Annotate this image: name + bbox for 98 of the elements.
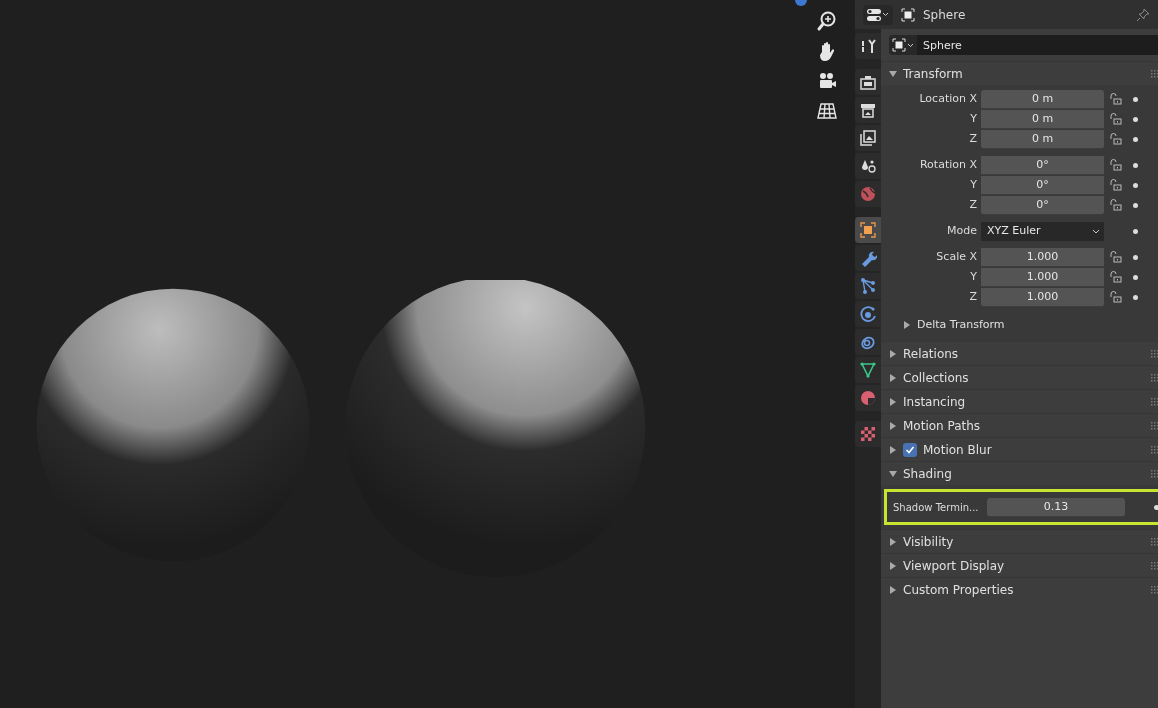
- unlocked-icon[interactable]: [1110, 199, 1122, 211]
- header-title: Sphere: [923, 6, 966, 24]
- zoom-icon[interactable]: [816, 10, 838, 32]
- number-field[interactable]: 0 m: [981, 109, 1104, 129]
- field-label: Z: [968, 196, 978, 213]
- field-label: Scale X: [935, 248, 978, 265]
- tools-icon: [859, 37, 877, 55]
- nodes-icon: [859, 277, 877, 295]
- keyframe-dot-icon[interactable]: [1132, 162, 1138, 168]
- keyframe-dot-icon[interactable]: [1132, 202, 1138, 208]
- expand-arrow-icon[interactable]: [889, 585, 897, 594]
- panel-title[interactable]: Visibility: [903, 532, 954, 551]
- unlocked-icon[interactable]: [1110, 159, 1122, 171]
- unlocked-icon[interactable]: [1110, 251, 1122, 263]
- caret-icon: [1092, 228, 1100, 234]
- field-label: Location X: [918, 90, 978, 107]
- expand-arrow-icon[interactable]: [889, 537, 897, 546]
- number-field[interactable]: 1.000: [981, 267, 1104, 287]
- pin-icon[interactable]: [1136, 7, 1150, 22]
- caret-icon: [882, 12, 889, 17]
- keyframe-dot-icon[interactable]: [1132, 294, 1138, 300]
- panel-title[interactable]: Motion Blur: [923, 440, 992, 459]
- orbit-icon: [859, 305, 877, 323]
- editor-type-dropdown[interactable]: [863, 4, 893, 25]
- number-field[interactable]: 0°: [981, 175, 1104, 195]
- keyframe-dot-icon[interactable]: [1132, 254, 1138, 260]
- panel-title[interactable]: Shading: [903, 464, 952, 483]
- expand-arrow-icon[interactable]: [889, 349, 897, 358]
- number-field[interactable]: 0°: [981, 155, 1104, 175]
- properties-tab[interactable]: [855, 69, 881, 95]
- number-field[interactable]: 1.000: [981, 247, 1104, 267]
- caret-icon: [907, 42, 914, 48]
- unlocked-icon[interactable]: [1110, 93, 1122, 105]
- object-icon: [901, 7, 915, 22]
- printer-icon: [859, 101, 877, 119]
- globe-icon: [859, 185, 877, 203]
- properties-tab[interactable]: [855, 245, 881, 271]
- keyframe-dot-icon[interactable]: [1132, 274, 1138, 280]
- sphere-icon: [859, 389, 877, 407]
- number-field[interactable]: 0 m: [981, 89, 1104, 109]
- field-label: Y: [969, 110, 978, 127]
- properties-tab[interactable]: [855, 357, 881, 383]
- panel-title[interactable]: Motion Paths: [903, 416, 981, 435]
- field-label: Y: [969, 268, 978, 285]
- panel-title[interactable]: Instancing: [903, 392, 966, 411]
- mode-dropdown[interactable]: XYZ Euler: [981, 221, 1104, 241]
- properties-tab[interactable]: [855, 33, 881, 59]
- unlocked-icon[interactable]: [1110, 113, 1122, 125]
- properties-tab[interactable]: [855, 125, 881, 151]
- number-field[interactable]: 0 m: [981, 129, 1104, 149]
- collapse-arrow-icon[interactable]: [889, 69, 897, 78]
- panel-title[interactable]: Transform: [903, 64, 963, 83]
- properties-tab[interactable]: [855, 153, 881, 179]
- number-field[interactable]: 1.000: [981, 287, 1104, 307]
- properties-tab[interactable]: [855, 301, 881, 327]
- number-field[interactable]: 0°: [981, 195, 1104, 215]
- unlocked-icon[interactable]: [1110, 179, 1122, 191]
- triangle-icon: [859, 361, 877, 379]
- keyframe-dot-icon[interactable]: [1132, 228, 1138, 234]
- keyframe-dot-icon[interactable]: [1132, 116, 1138, 122]
- keyframe-dot-icon[interactable]: [1132, 136, 1138, 142]
- field-label: Z: [968, 130, 978, 147]
- images-icon: [859, 129, 877, 147]
- checkbox[interactable]: [903, 442, 917, 457]
- properties-tab[interactable]: [855, 329, 881, 355]
- toggles-icon: [867, 8, 881, 21]
- panel-title[interactable]: Relations: [903, 344, 959, 363]
- grid-icon[interactable]: [816, 100, 838, 122]
- number-field[interactable]: 0.13: [987, 497, 1125, 517]
- expand-arrow-icon[interactable]: [889, 397, 897, 406]
- subpanel-title[interactable]: Delta Transform: [917, 316, 1005, 334]
- collapse-arrow-icon[interactable]: [889, 469, 897, 478]
- field-label: Y: [969, 176, 978, 193]
- field-label: Mode: [946, 222, 978, 239]
- panel-title[interactable]: Viewport Display: [903, 556, 1005, 575]
- object-name-field[interactable]: Sphere: [917, 35, 1158, 55]
- expand-arrow-icon[interactable]: [889, 373, 897, 382]
- keyframe-dot-icon[interactable]: [1153, 504, 1158, 510]
- panel-title[interactable]: Custom Properties: [903, 580, 1014, 599]
- unlocked-icon[interactable]: [1110, 291, 1122, 303]
- properties-tab[interactable]: [855, 273, 881, 299]
- keyframe-dot-icon[interactable]: [1132, 96, 1138, 102]
- field-label: Z: [968, 288, 978, 305]
- properties-tab[interactable]: [855, 97, 881, 123]
- field-label: Shadow Termin...: [892, 500, 980, 515]
- expand-arrow-icon[interactable]: [889, 445, 897, 454]
- unlocked-icon[interactable]: [1110, 133, 1122, 145]
- expand-arrow-icon[interactable]: [903, 321, 911, 329]
- field-label: Rotation X: [918, 156, 978, 173]
- expand-arrow-icon[interactable]: [889, 561, 897, 570]
- camera-icon: [859, 73, 877, 91]
- object-icon: [892, 38, 906, 52]
- unlocked-icon[interactable]: [1110, 271, 1122, 283]
- expand-arrow-icon[interactable]: [889, 421, 897, 430]
- panel-title[interactable]: Collections: [903, 368, 969, 387]
- object-icon: [859, 221, 877, 239]
- keyframe-dot-icon[interactable]: [1132, 182, 1138, 188]
- object-type-dropdown[interactable]: [889, 35, 917, 55]
